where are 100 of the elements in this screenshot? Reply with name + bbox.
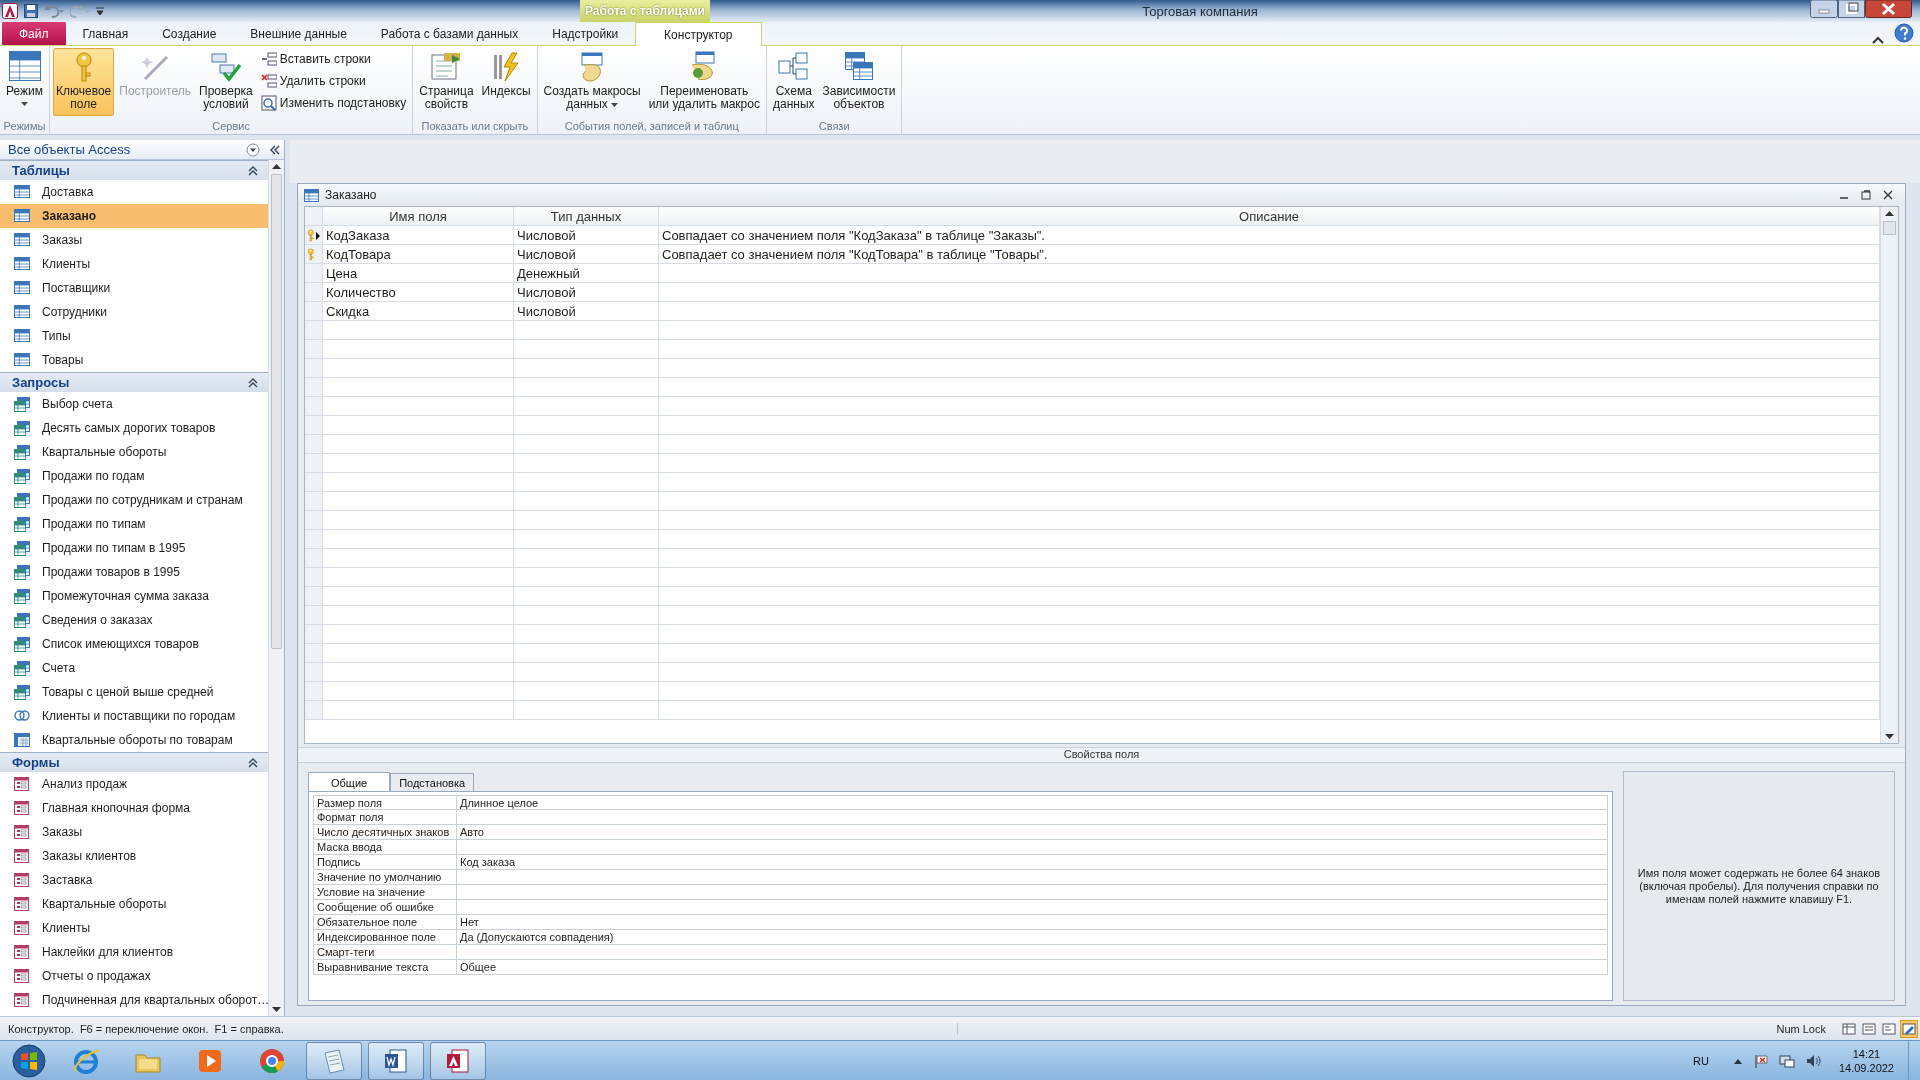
ribbon-button[interactable]: Изменить подстановку <box>257 92 410 114</box>
help-icon[interactable] <box>1894 23 1914 43</box>
table-cell[interactable]: КодТовара <box>323 245 514 263</box>
nav-item[interactable]: Продажи по типам в 1995 <box>0 536 268 560</box>
empty-row[interactable] <box>305 587 1880 606</box>
ribbon-tab[interactable]: Главная <box>65 21 146 45</box>
nav-item[interactable]: Товары <box>0 348 268 372</box>
nav-item[interactable]: Анализ продаж <box>0 772 268 796</box>
nav-item[interactable]: Клиенты и поставщики по городам <box>0 704 268 728</box>
collapse-icon[interactable] <box>248 377 258 388</box>
ribbon-button[interactable]: Проверка условий <box>196 48 256 116</box>
table-cell[interactable]: КодЗаказа <box>323 226 514 244</box>
nav-item[interactable]: Продажи по годам <box>0 464 268 488</box>
ribbon-tab[interactable]: Конструктор <box>635 21 762 46</box>
network-icon[interactable] <box>1778 1052 1795 1069</box>
nav-item[interactable]: Продажи товаров в 1995 <box>0 560 268 584</box>
nav-item[interactable]: Сведения о заказах <box>0 608 268 632</box>
redo-icon[interactable] <box>70 4 90 18</box>
collapse-icon[interactable] <box>248 165 258 176</box>
minimize-icon[interactable] <box>1810 0 1838 18</box>
property-value[interactable]: Общее <box>457 960 1607 974</box>
property-value[interactable]: Код заказа <box>457 855 1607 869</box>
row-selector[interactable] <box>305 226 323 244</box>
dropdown-icon[interactable] <box>246 142 260 157</box>
group-header[interactable]: Запросы <box>0 372 268 392</box>
ribbon-button[interactable]: Ключевое поле <box>53 48 115 116</box>
ribbon-button[interactable]: Индексы <box>478 48 534 116</box>
ribbon-button[interactable]: Переименовать или удалить макрос <box>645 48 763 116</box>
empty-row[interactable] <box>305 663 1880 682</box>
property-value[interactable]: Длинное целое <box>457 796 1607 809</box>
table-cell[interactable]: Числовой <box>514 283 659 301</box>
ribbon-tab[interactable]: Внешние данные <box>233 21 364 45</box>
nav-item[interactable]: Клиенты <box>0 916 268 940</box>
nav-item[interactable]: Товары с ценой выше средней <box>0 680 268 704</box>
table-cell[interactable]: Количество <box>323 283 514 301</box>
nav-item[interactable]: Промежуточная сумма заказа <box>0 584 268 608</box>
scrollbar[interactable] <box>1880 207 1898 743</box>
empty-row[interactable] <box>305 473 1880 492</box>
nav-item[interactable]: Продажи по сотрудникам и странам <box>0 488 268 512</box>
empty-row[interactable] <box>305 321 1880 340</box>
taskbar-button[interactable] <box>368 1041 424 1080</box>
nav-item[interactable]: Клиенты <box>0 252 268 276</box>
table-cell[interactable]: Числовой <box>514 302 659 320</box>
empty-row[interactable] <box>305 416 1880 435</box>
nav-item[interactable]: Заказы <box>0 820 268 844</box>
view-button[interactable] <box>1900 1019 1918 1038</box>
empty-row[interactable] <box>305 435 1880 454</box>
scroll-thumb[interactable] <box>1883 221 1896 235</box>
ribbon-tab[interactable]: Надстройки <box>535 21 636 45</box>
nav-item[interactable]: Наклейки для клиентов <box>0 940 268 964</box>
empty-row[interactable] <box>305 644 1880 663</box>
scrollbar[interactable] <box>268 160 284 1016</box>
nav-item[interactable]: Доставка <box>0 180 268 204</box>
scroll-thumb[interactable] <box>271 174 282 649</box>
nav-item[interactable]: Продажи по типам <box>0 512 268 536</box>
nav-item[interactable]: Поставщики <box>0 276 268 300</box>
nav-item[interactable]: Счета <box>0 656 268 680</box>
group-header[interactable]: Формы <box>0 752 268 772</box>
empty-row[interactable] <box>305 682 1880 701</box>
empty-row[interactable] <box>305 549 1880 568</box>
group-header[interactable]: Таблицы <box>0 160 268 180</box>
ribbon-tab[interactable]: Работа с базами данных <box>363 21 536 45</box>
close-icon[interactable] <box>1883 190 1893 200</box>
restore-icon[interactable] <box>1861 190 1871 200</box>
nav-item[interactable]: Заказы <box>0 228 268 252</box>
clock-date[interactable]: 14.09.2022 <box>1838 1060 1894 1075</box>
nav-item[interactable]: Квартальные обороты по товарам <box>0 728 268 752</box>
empty-row[interactable] <box>305 454 1880 473</box>
ribbon-button[interactable]: Удалить строки <box>257 70 410 92</box>
ribbon-button[interactable]: Схема данных <box>769 48 818 116</box>
empty-row[interactable] <box>305 568 1880 587</box>
ribbon-button[interactable]: Создать макросы данных <box>540 48 644 116</box>
tab[interactable]: Общие <box>308 772 391 792</box>
start-icon[interactable] <box>12 1043 46 1078</box>
undo-icon[interactable] <box>44 4 64 18</box>
minimize-ribbon-icon[interactable] <box>1872 35 1884 45</box>
empty-row[interactable] <box>305 492 1880 511</box>
table-cell[interactable]: Скидка <box>323 302 514 320</box>
nav-item[interactable]: Главная кнопочная форма <box>0 796 268 820</box>
nav-item[interactable]: Квартальные обороты <box>0 892 268 916</box>
nav-item[interactable]: Выбор счета <box>0 392 268 416</box>
save-icon[interactable] <box>24 4 38 18</box>
nav-item[interactable]: Сотрудники <box>0 300 268 324</box>
nav-item[interactable]: Десять самых дорогих товаров <box>0 416 268 440</box>
table-cell[interactable]: Денежный <box>514 264 659 282</box>
nav-item[interactable]: Заказы клиентов <box>0 844 268 868</box>
restore-icon[interactable] <box>1838 0 1865 18</box>
tab[interactable]: Подстановка <box>390 773 475 791</box>
customize-menu-icon[interactable] <box>96 6 104 16</box>
clock-time[interactable]: 14:21 <box>1852 1046 1881 1061</box>
language-indicator[interactable]: RU <box>1693 1054 1709 1067</box>
ribbon-button[interactable]: Вставить строки <box>257 48 410 70</box>
empty-row[interactable] <box>305 625 1880 644</box>
taskbar-button[interactable] <box>306 1041 362 1080</box>
ribbon-button[interactable]: Зависимости объектов <box>819 48 899 116</box>
nav-item[interactable]: Список имеющихся товаров <box>0 632 268 656</box>
empty-row[interactable] <box>305 359 1880 378</box>
nav-item[interactable]: Подчиненная для квартальных оборот… <box>0 988 268 1012</box>
taskbar-button[interactable] <box>430 1041 486 1080</box>
table-cell[interactable]: Числовой <box>514 245 659 263</box>
